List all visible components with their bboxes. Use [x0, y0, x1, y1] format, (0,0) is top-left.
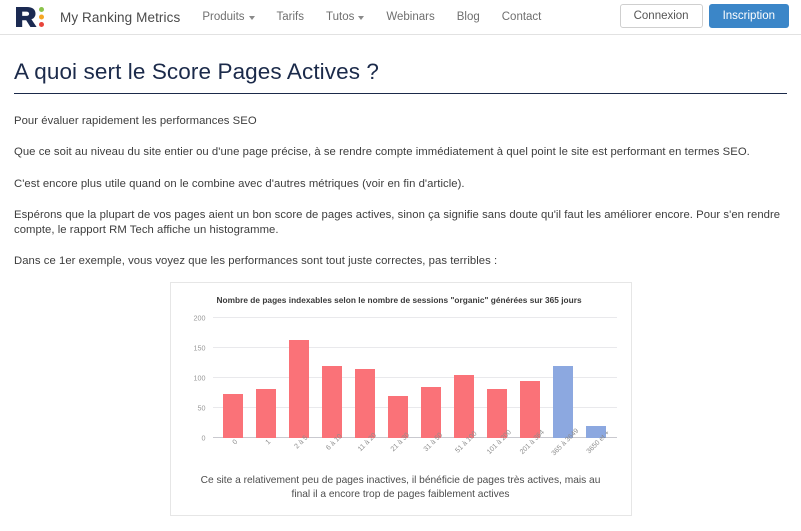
chart-x-label-slot: 21 à 30: [382, 431, 415, 460]
chart-bars: [213, 318, 617, 438]
chart-x-label-slot: 51 à 100: [448, 430, 481, 460]
chart-bar[interactable]: [321, 365, 343, 438]
signup-button[interactable]: Inscription: [708, 4, 789, 28]
chart-bar[interactable]: [486, 388, 508, 438]
paragraph-4: Espérons que la plupart de vos pages aie…: [14, 208, 781, 236]
chart-bar-slot: [514, 318, 547, 438]
chart-x-axis-labels: 0 1 2 à 56 à 10 11 à 20 21 à 30 31 à 50 51 à 1…: [213, 427, 617, 460]
chart-area: 200 150 100 50 0 0 1 2 à 56 à 10 11 à 20 21 à 30…: [179, 312, 623, 460]
chart-bar[interactable]: [453, 374, 475, 438]
rm-logo-icon[interactable]: [14, 4, 48, 30]
paragraph-2: Que ce soit au niveau du site entier ou …: [14, 146, 750, 159]
figure-caption: Ce site a relativement peu de pages inac…: [200, 474, 601, 501]
chart-title: Nombre de pages indexables selon le nomb…: [216, 294, 582, 305]
chart-x-label-slot: 101 à 200: [481, 428, 514, 460]
chart-x-label-slot: 11 à 20: [349, 431, 382, 460]
nav-item-tutos-label: Tutos: [326, 11, 355, 23]
paragraph-1: Pour évaluer rapidement les performances…: [14, 115, 257, 127]
chart-bar-slot: [250, 318, 283, 438]
nav-item-produits[interactable]: Produits: [202, 11, 255, 23]
chart-x-label-slot: 6 à 10: [316, 433, 349, 460]
chart-bar-slot: [283, 318, 316, 438]
chart-plot: 200 150 100 50 0: [194, 313, 617, 442]
nav-item-webinars[interactable]: Webinars: [386, 11, 434, 23]
chart-x-tick: 1: [264, 438, 273, 446]
chart-bar[interactable]: [288, 339, 310, 438]
chart-bar[interactable]: [552, 365, 574, 438]
chart-bar-slot: [481, 318, 514, 438]
paragraph-3: C'est encore plus utile quand on le comb…: [14, 177, 465, 190]
chevron-down-icon: [248, 16, 255, 20]
nav-item-blog[interactable]: Blog: [457, 11, 480, 23]
chart-bar-slot: [217, 318, 250, 438]
chart-bar[interactable]: [255, 388, 277, 438]
top-navbar: My Ranking Metrics Produits Tarifs Tutos…: [0, 0, 801, 35]
chart-bar-slot: [382, 318, 415, 438]
chart-x-label-slot: 201 à 364: [514, 428, 547, 460]
chart-bar[interactable]: [354, 369, 376, 438]
nav-item-tutos[interactable]: Tutos: [326, 11, 365, 23]
chart-bar-slot: [316, 318, 349, 438]
nav-actions: Connexion Inscription: [619, 4, 789, 28]
title-divider: [14, 93, 787, 94]
nav-item-produits-label: Produits: [202, 11, 245, 23]
chart-bar[interactable]: [420, 387, 442, 438]
chart-x-label-slot: 3650 et +: [580, 429, 613, 460]
histogram-figure: Nombre de pages indexables selon le nomb…: [169, 281, 632, 517]
chart-bar[interactable]: [519, 380, 541, 438]
chart-bar-slot: [349, 318, 382, 438]
page-title: A quoi sert le Score Pages Actives ?: [14, 59, 380, 84]
paragraph-5: Dans ce 1er exemple, vous voyez que les …: [14, 255, 498, 268]
chart-bar[interactable]: [222, 394, 244, 438]
chart-y-tick: 50: [197, 403, 206, 412]
chart-y-tick: 200: [193, 313, 206, 322]
brand-name[interactable]: My Ranking Metrics: [60, 10, 180, 25]
chart-bar-slot: [448, 318, 481, 438]
chart-y-tick: 150: [193, 343, 206, 352]
nav-item-contact[interactable]: Contact: [502, 11, 542, 23]
chart-y-tick: 100: [193, 373, 206, 382]
nav-item-tarifs[interactable]: Tarifs: [277, 11, 304, 23]
chart-x-label-slot: 365 à 3649: [547, 427, 581, 460]
chart-y-tick: 0: [201, 433, 206, 442]
chart-x-label-slot: 0: [217, 438, 250, 460]
chart-bar-slot: [580, 318, 613, 438]
page-content: A quoi sert le Score Pages Actives ? Pou…: [0, 59, 801, 531]
chart-x-label-slot: 31 à 50: [415, 431, 448, 460]
nav-links: Produits Tarifs Tutos Webinars Blog Cont…: [202, 11, 541, 23]
chart-x-tick: 0: [231, 438, 240, 446]
chevron-down-icon: [358, 16, 365, 20]
login-button[interactable]: Connexion: [619, 4, 703, 28]
chart-x-label-slot: 2 à 5: [283, 434, 316, 460]
chart-bar-slot: [547, 318, 580, 438]
chart-x-label-slot: 1: [250, 438, 283, 460]
chart-bar-slot: [415, 318, 448, 438]
